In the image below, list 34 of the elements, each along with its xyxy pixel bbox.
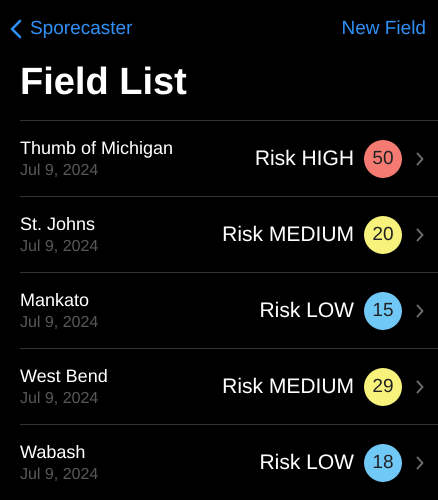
risk-label: Risk LOW (260, 298, 354, 322)
chevron-icon (416, 456, 424, 470)
risk-score-badge: 29 (364, 368, 402, 406)
back-chevron-icon (10, 19, 22, 39)
field-row[interactable]: Thumb of Michigan Jul 9, 2024 Risk HIGH 50 (20, 120, 438, 196)
field-date: Jul 9, 2024 (20, 390, 100, 408)
risk-score-badge: 20 (364, 216, 402, 254)
field-row[interactable]: Wabash Jul 9, 2024 Risk LOW 18 (20, 424, 438, 500)
field-name: West Bend (20, 366, 109, 386)
field-date: Jul 9, 2024 (20, 162, 100, 180)
chevron-icon (416, 228, 424, 242)
risk-label: Risk LOW (260, 450, 354, 474)
field-row[interactable]: St. Johns Jul 9, 2024 Risk MEDIUM 20 (20, 196, 438, 272)
risk-score-badge: 15 (364, 292, 402, 330)
chevron-icon (416, 152, 424, 166)
risk-label: Risk MEDIUM (222, 222, 354, 246)
risk-label: Risk HIGH (254, 146, 354, 170)
field-date: Jul 9, 2024 (20, 466, 100, 484)
field-name: Thumb of Michigan (20, 138, 174, 158)
chevron-icon (416, 304, 424, 318)
back-button[interactable]: Sporecaster (10, 18, 132, 40)
field-row[interactable]: West Bend Jul 9, 2024 Risk MEDIUM 29 (20, 348, 438, 424)
risk-score-badge: 18 (364, 444, 402, 482)
risk-label: Risk MEDIUM (222, 374, 354, 398)
new-field-button[interactable]: New Field (342, 18, 426, 40)
field-date: Jul 9, 2024 (20, 238, 100, 256)
field-name: St. Johns (20, 214, 96, 234)
page-title: Field List (20, 60, 188, 105)
chevron-icon (416, 380, 424, 394)
field-row[interactable]: Mankato Jul 9, 2024 Risk LOW 15 (20, 272, 438, 348)
field-date: Jul 9, 2024 (20, 314, 100, 332)
field-name: Mankato (20, 290, 90, 310)
risk-score-badge: 50 (364, 140, 402, 178)
field-name: Wabash (20, 442, 86, 462)
